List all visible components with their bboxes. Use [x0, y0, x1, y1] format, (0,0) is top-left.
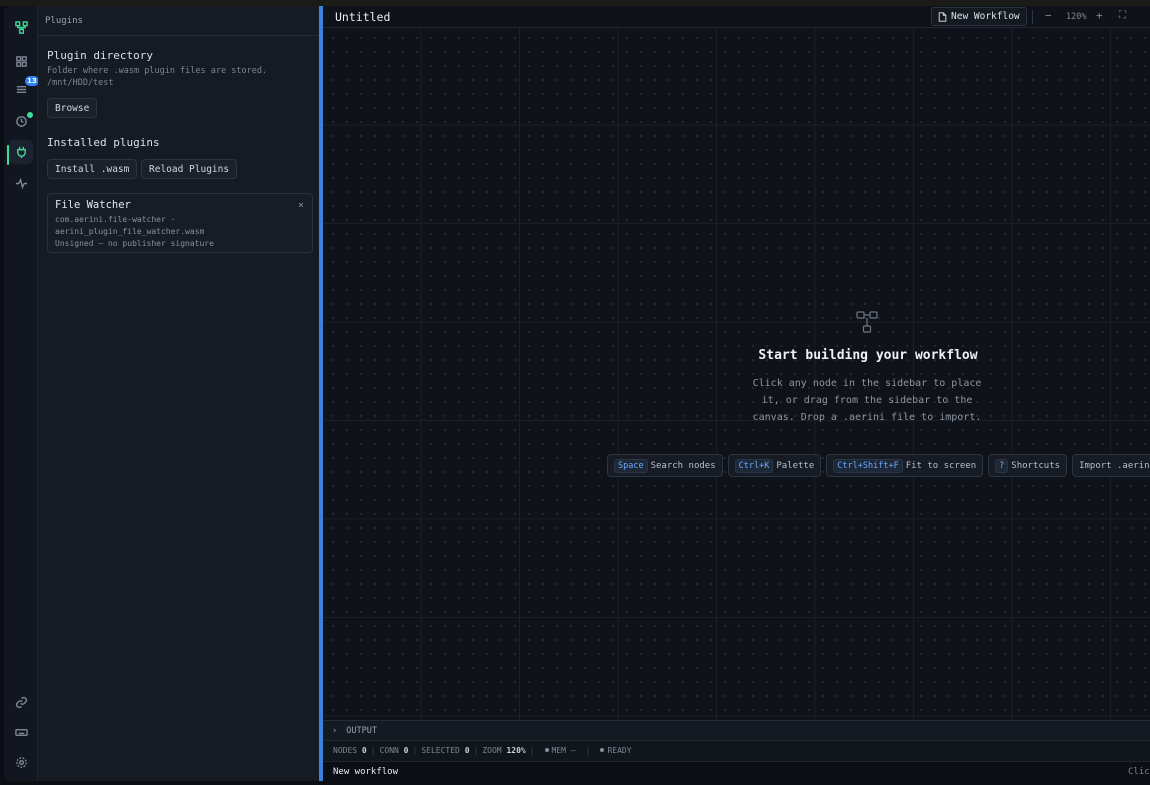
- list-icon[interactable]: 13: [9, 76, 39, 101]
- plugin-name: File Watcher: [55, 199, 131, 211]
- zoom-status: 120%: [506, 746, 526, 755]
- hint-label: Palette: [776, 460, 815, 471]
- hint-search-nodes[interactable]: Space Search nodes: [607, 454, 723, 477]
- hint-label: Search nodes: [650, 460, 716, 471]
- new-workflow-label: New Workflow: [951, 11, 1020, 22]
- hint-label: Shortcuts: [1011, 460, 1061, 471]
- zoom-level: 120%: [1066, 12, 1087, 22]
- plugin-id: com.aerini.file-watcher ·: [55, 215, 176, 224]
- nodes-label: NODES: [333, 746, 358, 755]
- plugins-panel: Plugins Plugin directory Folder where .w…: [38, 6, 319, 781]
- nodes-count: 0: [361, 746, 367, 755]
- hint-fit-to-screen[interactable]: Ctrl+Shift+F Fit to screen: [826, 454, 984, 477]
- shortcut-hints: Space Search nodes Ctrl+K Palette Ctrl+Shi…: [607, 454, 1150, 477]
- notification-badge: 13: [25, 76, 39, 86]
- link-icon[interactable]: [9, 690, 33, 714]
- reload-plugins-button[interactable]: Reload Plugins: [141, 159, 238, 179]
- panel-title: Plugins: [38, 6, 319, 36]
- workflow-canvas[interactable]: Start building your workflow Click any n…: [323, 28, 1150, 720]
- footer-bar: New workflow Click: [323, 761, 1150, 781]
- workflow-title[interactable]: Untitled: [335, 10, 390, 24]
- keyboard-icon[interactable]: [9, 720, 33, 744]
- app-logo-icon[interactable]: [9, 15, 33, 39]
- output-panel-toggle[interactable]: › OUTPUT: [323, 720, 1150, 740]
- gear-icon[interactable]: [9, 750, 33, 774]
- plugin-file: aerini_plugin_file_watcher.wasm: [55, 227, 205, 236]
- plugin-directory-title: Plugin directory: [47, 49, 153, 62]
- ready-dot: [600, 748, 605, 752]
- editor-toolbar: Untitled New Workflow − 120% + ⛶: [323, 6, 1150, 28]
- zoom-label: ZOOM: [482, 746, 502, 755]
- hint-label: Fit to screen: [905, 460, 977, 471]
- plugin-directory-help: Folder where .wasm plugin files are stor…: [47, 66, 268, 76]
- install-wasm-button[interactable]: Install .wasm: [47, 159, 138, 179]
- fullscreen-icon[interactable]: ⛶: [1119, 10, 1126, 21]
- new-workflow-button[interactable]: New Workflow: [931, 7, 1027, 26]
- conn-label: CONN: [379, 746, 399, 755]
- plugin-icon[interactable]: [9, 140, 33, 164]
- hint-shortcuts[interactable]: ? Shortcuts: [988, 454, 1068, 477]
- ready-status: READY: [607, 746, 632, 755]
- mem-label: MEM: [551, 746, 566, 755]
- browse-button[interactable]: Browse: [47, 98, 98, 118]
- status-bar: NODES 0 | CONN 0 | SELECTED 0 | ZOOM 120% | MEM …: [323, 740, 1150, 761]
- selected-label: SELECTED: [421, 746, 460, 755]
- mem-dot: [544, 748, 549, 752]
- chevron-right-icon: ›: [332, 726, 338, 736]
- hint-key: Space: [614, 458, 648, 473]
- history-icon[interactable]: [9, 109, 33, 133]
- zoom-out-button[interactable]: −: [1045, 9, 1052, 22]
- plugin-signature: Unsigned — no publisher signature: [55, 239, 214, 248]
- remove-plugin-icon[interactable]: ×: [298, 200, 304, 211]
- workflow-nodes-icon: [855, 310, 879, 334]
- footer-hint: Click: [1128, 767, 1150, 777]
- selected-count: 0: [464, 746, 470, 755]
- file-icon: [938, 11, 947, 22]
- hint-palette[interactable]: Ctrl+K Palette: [727, 454, 822, 477]
- hint-label: Import .aerini: [1079, 460, 1150, 471]
- status-dot: [27, 112, 33, 118]
- activity-rail: 13: [4, 6, 39, 781]
- hint-import[interactable]: Import .aerini: [1072, 454, 1150, 477]
- hint-key: Ctrl+K: [734, 458, 774, 473]
- zoom-in-button[interactable]: +: [1096, 9, 1103, 22]
- conn-count: 0: [403, 746, 409, 755]
- plugin-card: File Watcher com.aerini.file-watcher · a…: [47, 193, 313, 253]
- workflow-editor: Untitled New Workflow − 120% + ⛶ Start b…: [323, 6, 1150, 781]
- empty-state-title: Start building your workflow: [758, 348, 978, 363]
- empty-state-description: Click any node in the sidebar to place i…: [752, 378, 982, 423]
- hint-key: ?: [995, 458, 1009, 473]
- mem-value: —: [570, 746, 576, 755]
- installed-plugins-title: Installed plugins: [47, 136, 160, 149]
- activity-icon[interactable]: [9, 171, 33, 195]
- plugin-directory-path: /mnt/HDD/test: [47, 78, 114, 88]
- output-label: OUTPUT: [346, 726, 377, 736]
- footer-text: New workflow: [333, 767, 399, 777]
- grid-icon[interactable]: [9, 49, 33, 73]
- hint-key: Ctrl+Shift+F: [833, 458, 903, 473]
- toolbar-divider: [1032, 10, 1033, 24]
